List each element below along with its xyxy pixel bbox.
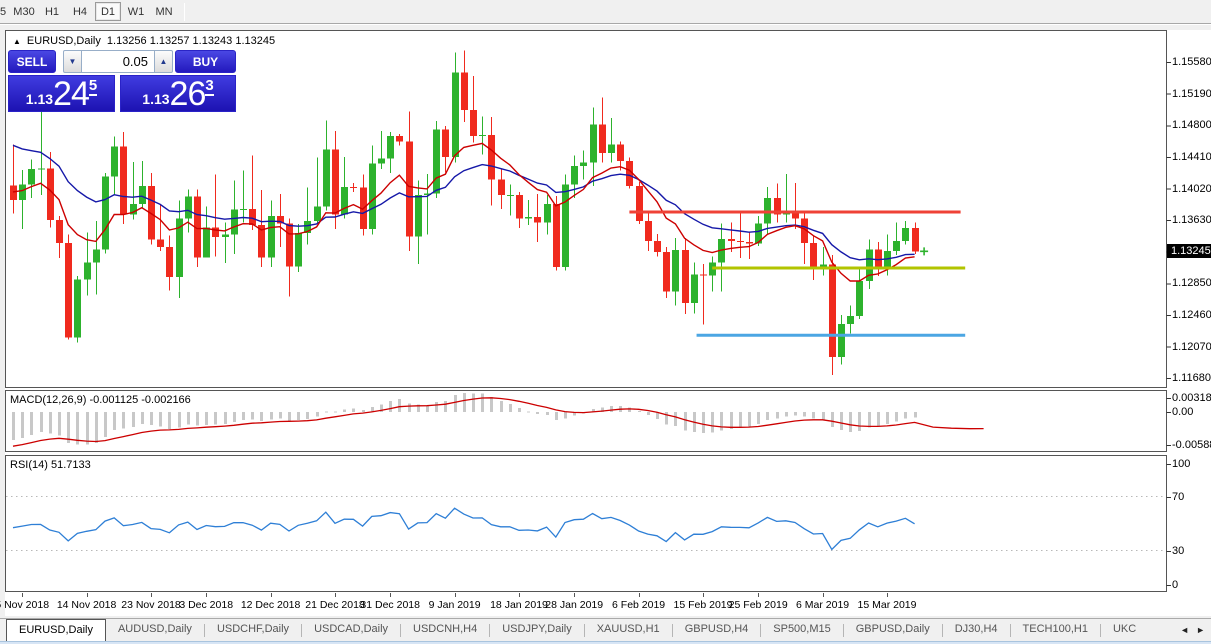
rsi-label: RSI(14) 51.7133 [10, 459, 91, 471]
macd-label: MACD(12,26,9) -0.001125 -0.002166 [10, 394, 191, 406]
buy-price-prefix: 1.13 [142, 91, 169, 107]
tab-xauusd-h1[interactable]: XAUUSD,H1 [585, 619, 672, 641]
tab-usdcad-daily[interactable]: USDCAD,Daily [302, 619, 400, 641]
buy-price-button[interactable]: 1.13 26 3 [120, 75, 236, 112]
scroll-right-icon[interactable]: ► [1196, 625, 1205, 635]
tab-usdchf-daily[interactable]: USDCHF,Daily [205, 619, 301, 641]
timeframe-button-H4[interactable]: H4 [67, 2, 93, 21]
toolbar-divider [184, 3, 185, 21]
timeframe-button-W1[interactable]: W1 [123, 2, 149, 21]
axis-label: 70 [1172, 491, 1211, 503]
timeframe-button-MN[interactable]: MN [151, 2, 177, 21]
tab-audusd-daily[interactable]: AUDUSD,Daily [106, 619, 204, 641]
axis-label: 1.12460 [1172, 309, 1211, 321]
date-label: 18 Jan 2019 [490, 599, 548, 611]
chart-title-bar: ▲ EURUSD,Daily 1.13256 1.13257 1.13243 1… [13, 35, 275, 47]
sell-price-prefix: 1.13 [26, 91, 53, 107]
axis-label: 30 [1172, 545, 1211, 557]
one-click-trading-panel: SELL ▼ ▲ BUY 1.13 24 5 1.13 26 3 [8, 50, 236, 112]
axis-label: 0.00 [1172, 406, 1211, 418]
volume-decrease-button[interactable]: ▼ [63, 50, 82, 73]
axis-label: 1.13630 [1172, 214, 1211, 226]
chart-ohlc-values: 1.13256 1.13257 1.13243 1.13245 [107, 35, 275, 47]
chart-tab-bar: EURUSD,DailyAUDUSD,DailyUSDCHF,DailyUSDC… [0, 618, 1211, 641]
axis-label: -0.005889 [1172, 439, 1211, 451]
date-label: 15 Feb 2019 [674, 599, 733, 611]
axis-label: 1.12850 [1172, 277, 1211, 289]
timeframe-button-D1[interactable]: D1 [95, 2, 121, 21]
timeframe-button-5[interactable]: 5 [0, 2, 9, 21]
axis-label: 1.11680 [1172, 372, 1211, 384]
tab-gbpusd-h4[interactable]: GBPUSD,H4 [673, 619, 761, 641]
date-label: 25 Feb 2019 [729, 599, 788, 611]
sell-price-big-digits: 24 [53, 77, 89, 111]
axis-label: 1.15190 [1172, 88, 1211, 100]
tab-ukc[interactable]: UKC [1101, 619, 1148, 641]
buy-price-big-digits: 26 [170, 77, 206, 111]
chart-symbol-label: EURUSD,Daily [27, 35, 101, 47]
rsi-line [13, 508, 915, 549]
sell-button[interactable]: SELL [8, 50, 56, 73]
tab-tech100-h1[interactable]: TECH100,H1 [1011, 619, 1100, 641]
date-label: 21 Dec 2018 [305, 599, 365, 611]
axis-label: 1.14020 [1172, 183, 1211, 195]
date-label: 9 Jan 2019 [429, 599, 481, 611]
tab-dj30-h4[interactable]: DJ30,H4 [943, 619, 1010, 641]
tab-sp500-m15[interactable]: SP500,M15 [761, 619, 842, 641]
buy-price-pip-digit: 3 [205, 77, 213, 96]
date-label: 23 Nov 2018 [121, 599, 181, 611]
date-label: 12 Dec 2018 [241, 599, 301, 611]
tab-scroll-buttons: ◄► [1180, 619, 1211, 641]
date-label: 31 Dec 2018 [360, 599, 420, 611]
tab-usdcnh-h4[interactable]: USDCNH,H4 [401, 619, 489, 641]
rsi-indicator-panel[interactable] [5, 455, 1211, 592]
axis-label: 0 [1172, 579, 1211, 591]
date-label: 28 Jan 2019 [545, 599, 603, 611]
axis-label: 100 [1172, 458, 1211, 470]
tab-usdjpy-daily[interactable]: USDJPY,Daily [490, 619, 584, 641]
timeframe-button-M30[interactable]: M30 [11, 2, 37, 21]
current-price-badge: 1.13245 [1167, 244, 1211, 258]
tab-gbpusd-daily[interactable]: GBPUSD,Daily [844, 619, 942, 641]
date-label: 6 Mar 2019 [796, 599, 849, 611]
axis-label: 1.15580 [1172, 56, 1211, 68]
toolbar-separator [0, 23, 1211, 25]
axis-label: 1.14410 [1172, 151, 1211, 163]
axis-label: 1.12070 [1172, 341, 1211, 353]
date-label: 14 Nov 2018 [57, 599, 117, 611]
axis-label: 0.003188 [1172, 392, 1211, 404]
date-label: 5 Nov 2018 [0, 599, 49, 611]
timeframe-toolbar: 5M30H1H4D1W1MN [0, 0, 1211, 23]
buy-button[interactable]: BUY [175, 50, 236, 73]
date-label: 6 Feb 2019 [612, 599, 665, 611]
date-label: 15 Mar 2019 [858, 599, 917, 611]
volume-input[interactable] [82, 50, 154, 73]
tab-eurusd-daily[interactable]: EURUSD,Daily [6, 619, 106, 641]
volume-increase-button[interactable]: ▲ [154, 50, 173, 73]
scroll-left-icon[interactable]: ◄ [1180, 625, 1189, 635]
axis-label: 1.14800 [1172, 119, 1211, 131]
date-label: 3 Dec 2018 [179, 599, 233, 611]
collapse-triangle-icon[interactable]: ▲ [13, 37, 21, 46]
sell-price-pip-digit: 5 [89, 77, 97, 96]
timeframe-button-H1[interactable]: H1 [39, 2, 65, 21]
sell-price-button[interactable]: 1.13 24 5 [8, 75, 115, 112]
chart-window: ▲ EURUSD,Daily 1.13256 1.13257 1.13243 1… [5, 30, 1211, 616]
last-price-plus-marker [920, 247, 928, 255]
